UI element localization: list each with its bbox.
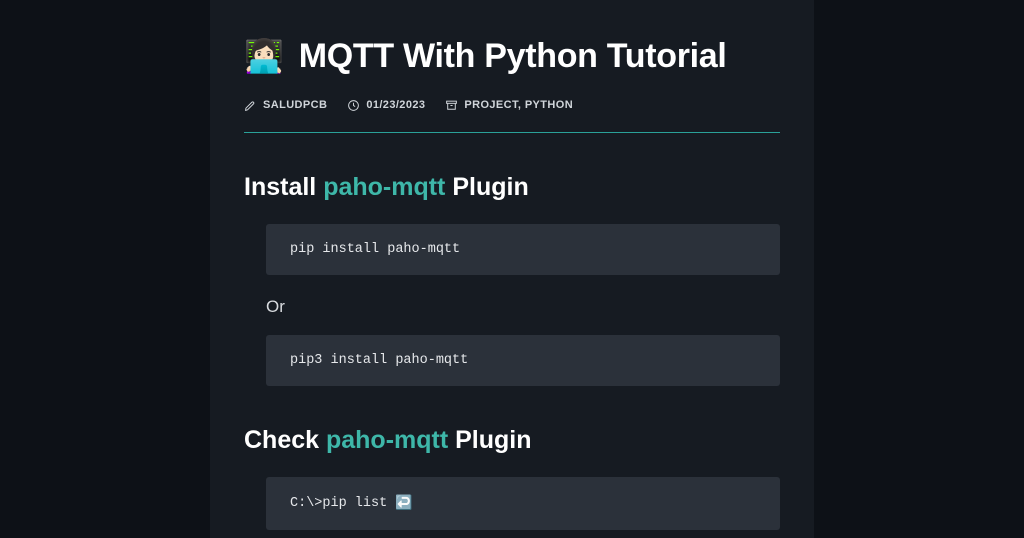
heading-highlight: paho-mqtt	[326, 426, 448, 454]
check-section: Check paho-mqtt Plugin C:\>pip list ↩️	[244, 426, 780, 530]
code-block-piplist[interactable]: C:\>pip list ↩️	[266, 477, 780, 530]
category-text: PROJECT, PYTHON	[464, 99, 573, 111]
author-name: SALUDPCB	[263, 99, 327, 111]
author-meta[interactable]: SALUDPCB	[244, 99, 327, 112]
code-block-pip3[interactable]: pip3 install paho-mqtt	[266, 335, 780, 386]
pen-icon	[244, 99, 257, 112]
date-meta: 01/23/2023	[347, 99, 425, 112]
heading-post: Plugin	[445, 173, 528, 201]
clock-icon	[347, 99, 360, 112]
check-heading: Check paho-mqtt Plugin	[244, 426, 780, 455]
heading-pre: Install	[244, 173, 323, 201]
date-text: 01/23/2023	[366, 99, 425, 111]
return-key-icon: ↩️	[395, 495, 412, 512]
post-meta: SALUDPCB 01/23/2023 PROJECT, PYTHON	[244, 99, 780, 133]
page-title: 👩🏻‍💻 MQTT With Python Tutorial	[244, 36, 780, 77]
or-text: Or	[266, 297, 780, 317]
install-heading: Install paho-mqtt Plugin	[244, 173, 780, 202]
code-text: C:\>pip list	[290, 496, 395, 511]
install-section: Install paho-mqtt Plugin pip install pah…	[244, 173, 780, 386]
archive-icon	[445, 99, 458, 112]
heading-highlight: paho-mqtt	[323, 173, 445, 201]
title-text: MQTT With Python Tutorial	[299, 37, 727, 75]
category-meta[interactable]: PROJECT, PYTHON	[445, 99, 573, 112]
title-emoji-icon: 👩🏻‍💻	[244, 38, 284, 74]
article-card: 👩🏻‍💻 MQTT With Python Tutorial SALUDPCB …	[210, 0, 814, 538]
heading-pre: Check	[244, 426, 326, 454]
code-block-pip[interactable]: pip install paho-mqtt	[266, 224, 780, 275]
heading-post: Plugin	[448, 426, 531, 454]
